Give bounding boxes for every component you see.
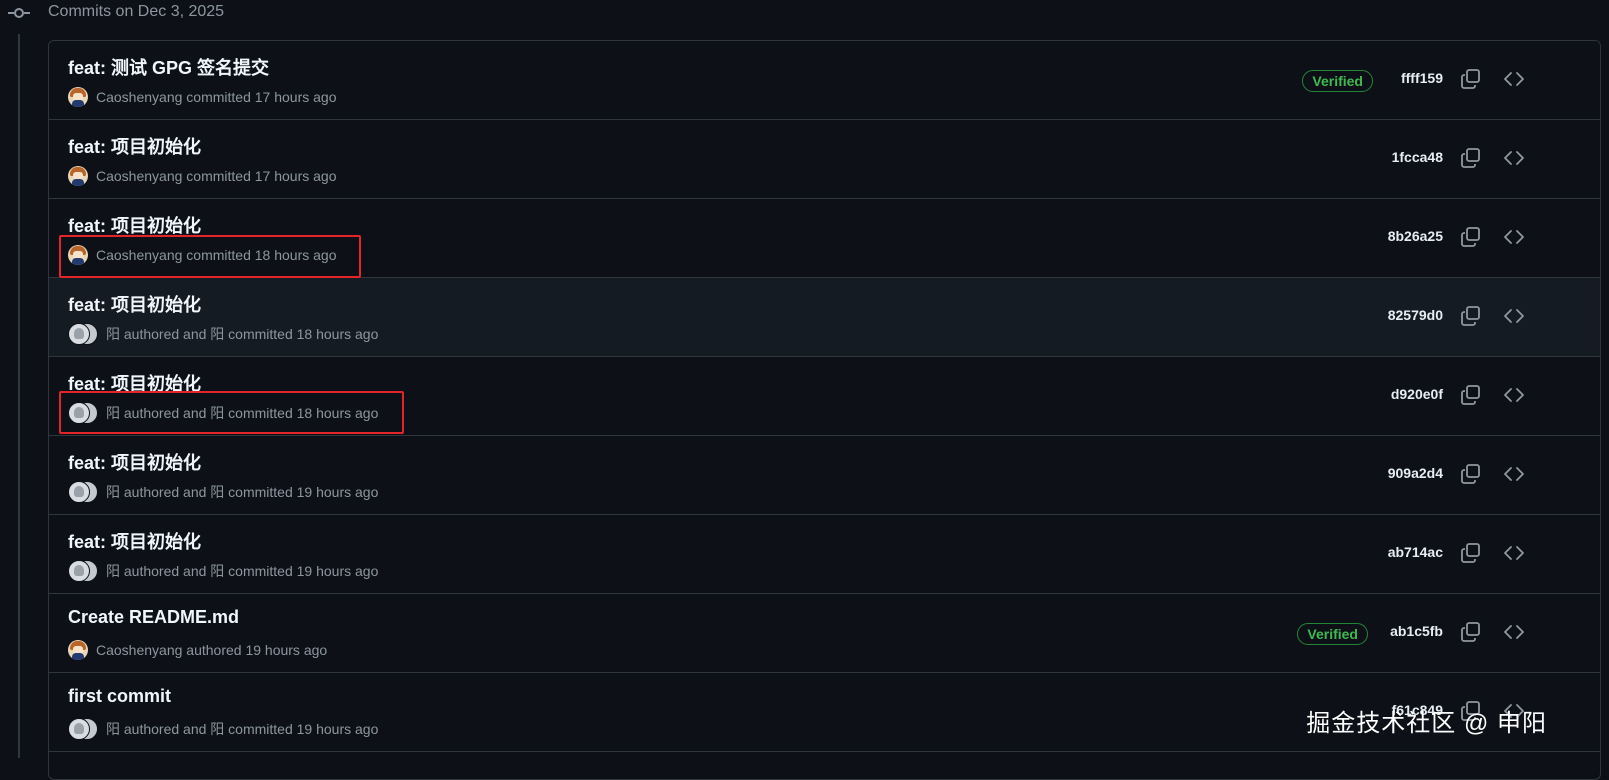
browse-repo-button[interactable] bbox=[1503, 384, 1525, 406]
commit-meta: 阳 authored and 阳 committed 18 hours ago bbox=[68, 402, 378, 424]
commit-message-link[interactable]: feat: 项目初始化 bbox=[68, 449, 201, 475]
commit-meta-text: 阳 authored and 阳 committed 19 hours ago bbox=[106, 482, 378, 502]
commit-meta-text: 阳 authored and 阳 committed 19 hours ago bbox=[106, 719, 378, 739]
commit-sha-link[interactable]: 909a2d4 bbox=[1388, 465, 1443, 481]
commit-message-link[interactable]: feat: 项目初始化 bbox=[68, 370, 201, 396]
avatar[interactable] bbox=[68, 640, 88, 660]
avatar[interactable] bbox=[68, 166, 88, 186]
code-icon bbox=[1503, 147, 1525, 169]
copy-icon bbox=[1460, 226, 1482, 248]
commit-message-link[interactable]: Create README.md bbox=[68, 607, 239, 628]
avatar-pair[interactable] bbox=[68, 718, 98, 740]
copy-sha-button[interactable] bbox=[1460, 147, 1482, 169]
commit-group-title: Commits on Dec 3, 2025 bbox=[48, 3, 224, 21]
commit-message-link[interactable]: first commit bbox=[68, 686, 171, 707]
commit-list: feat: 测试 GPG 签名提交 Caoshenyang committed 1… bbox=[48, 40, 1601, 780]
commit-row[interactable]: feat: 测试 GPG 签名提交 Caoshenyang committed 1… bbox=[49, 41, 1600, 120]
avatar-pair[interactable] bbox=[68, 560, 98, 582]
commit-sha-link[interactable]: ab1c5fb bbox=[1390, 623, 1443, 639]
commit-row[interactable]: feat: 项目初始化阳 authored and 阳 committed 18… bbox=[49, 357, 1600, 436]
code-icon bbox=[1503, 621, 1525, 643]
copy-sha-button[interactable] bbox=[1460, 68, 1482, 90]
commit-message-link[interactable]: feat: 项目初始化 bbox=[68, 212, 201, 238]
verified-badge[interactable]: Verified bbox=[1297, 623, 1368, 645]
commit-message-link[interactable]: feat: 项目初始化 bbox=[68, 291, 201, 317]
commit-sha-link[interactable]: 8b26a25 bbox=[1388, 228, 1443, 244]
copy-icon bbox=[1460, 68, 1482, 90]
commit-meta-text: Caoshenyang committed 17 hours ago bbox=[96, 89, 336, 105]
commit-row[interactable]: feat: 项目初始化阳 authored and 阳 committed 19… bbox=[49, 515, 1600, 594]
browse-repo-button[interactable] bbox=[1503, 542, 1525, 564]
git-commit-icon bbox=[8, 6, 30, 20]
commit-message-link[interactable]: feat: 项目初始化 bbox=[68, 528, 201, 554]
commit-sha-link[interactable]: ffff159 bbox=[1401, 70, 1443, 86]
commit-row[interactable]: feat: 项目初始化阳 authored and 阳 committed 18… bbox=[49, 278, 1600, 357]
code-icon bbox=[1503, 384, 1525, 406]
commit-row[interactable]: feat: 项目初始化阳 authored and 阳 committed 19… bbox=[49, 436, 1600, 515]
browse-repo-button[interactable] bbox=[1503, 68, 1525, 90]
commit-meta: 阳 authored and 阳 committed 19 hours ago bbox=[68, 718, 378, 740]
avatar-pair[interactable] bbox=[68, 481, 98, 503]
commit-row[interactable]: feat: 项目初始化 Caoshenyang committed 17 hour… bbox=[49, 120, 1600, 199]
commit-meta-text: 阳 authored and 阳 committed 19 hours ago bbox=[106, 561, 378, 581]
browse-repo-button[interactable] bbox=[1503, 147, 1525, 169]
commit-row[interactable]: Create README.md Caoshenyang authored 19 … bbox=[49, 594, 1600, 673]
copy-icon bbox=[1460, 305, 1482, 327]
commit-meta: Caoshenyang committed 18 hours ago bbox=[68, 244, 336, 266]
avatar-pair[interactable] bbox=[68, 323, 98, 345]
commit-meta-text: Caoshenyang committed 18 hours ago bbox=[96, 247, 336, 263]
commit-sha-link[interactable]: d920e0f bbox=[1391, 386, 1443, 402]
browse-repo-button[interactable] bbox=[1503, 226, 1525, 248]
copy-icon bbox=[1460, 542, 1482, 564]
commit-meta: Caoshenyang committed 17 hours ago bbox=[68, 86, 336, 108]
watermark: 掘金技术社区 @ 申阳 bbox=[1306, 703, 1547, 738]
commit-group-header: Commits on Dec 3, 2025 bbox=[0, 0, 1609, 28]
timeline-line bbox=[18, 34, 20, 758]
copy-sha-button[interactable] bbox=[1460, 542, 1482, 564]
commit-meta: 阳 authored and 阳 committed 19 hours ago bbox=[68, 481, 378, 503]
avatar[interactable] bbox=[68, 245, 88, 265]
browse-repo-button[interactable] bbox=[1503, 305, 1525, 327]
commit-sha-link[interactable]: ab714ac bbox=[1388, 544, 1443, 560]
copy-sha-button[interactable] bbox=[1460, 226, 1482, 248]
code-icon bbox=[1503, 68, 1525, 90]
code-icon bbox=[1503, 542, 1525, 564]
avatar-pair[interactable] bbox=[68, 402, 98, 424]
commit-meta-text: 阳 authored and 阳 committed 18 hours ago bbox=[106, 403, 378, 423]
copy-sha-button[interactable] bbox=[1460, 305, 1482, 327]
commit-meta: Caoshenyang authored 19 hours ago bbox=[68, 639, 327, 661]
copy-sha-button[interactable] bbox=[1460, 384, 1482, 406]
code-icon bbox=[1503, 226, 1525, 248]
code-icon bbox=[1503, 305, 1525, 327]
commit-sha-link[interactable]: 1fcca48 bbox=[1392, 149, 1443, 165]
verified-badge[interactable]: Verified bbox=[1302, 70, 1373, 92]
copy-icon bbox=[1460, 384, 1482, 406]
commit-row[interactable]: feat: 项目初始化 Caoshenyang committed 18 hour… bbox=[49, 199, 1600, 278]
commit-message-link[interactable]: feat: 项目初始化 bbox=[68, 133, 201, 159]
commit-message-link[interactable]: feat: 测试 GPG 签名提交 bbox=[68, 54, 269, 80]
commit-meta-text: Caoshenyang authored 19 hours ago bbox=[96, 642, 327, 658]
avatar[interactable] bbox=[68, 87, 88, 107]
copy-icon bbox=[1460, 621, 1482, 643]
commit-meta-text: 阳 authored and 阳 committed 18 hours ago bbox=[106, 324, 378, 344]
copy-sha-button[interactable] bbox=[1460, 621, 1482, 643]
copy-icon bbox=[1460, 147, 1482, 169]
commit-sha-link[interactable]: 82579d0 bbox=[1388, 307, 1443, 323]
copy-icon bbox=[1460, 463, 1482, 485]
commit-meta: 阳 authored and 阳 committed 19 hours ago bbox=[68, 560, 378, 582]
commit-meta-text: Caoshenyang committed 17 hours ago bbox=[96, 168, 336, 184]
copy-sha-button[interactable] bbox=[1460, 463, 1482, 485]
browse-repo-button[interactable] bbox=[1503, 463, 1525, 485]
commit-meta: Caoshenyang committed 17 hours ago bbox=[68, 165, 336, 187]
browse-repo-button[interactable] bbox=[1503, 621, 1525, 643]
code-icon bbox=[1503, 463, 1525, 485]
commit-meta: 阳 authored and 阳 committed 18 hours ago bbox=[68, 323, 378, 345]
